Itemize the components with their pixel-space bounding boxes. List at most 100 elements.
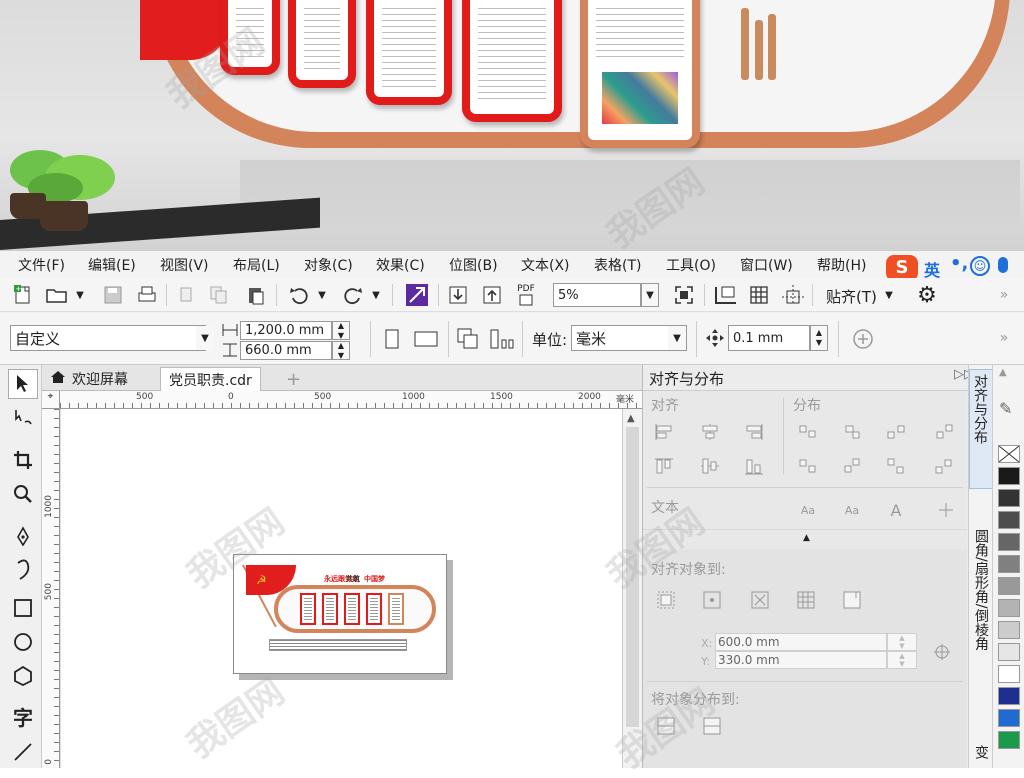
nudge-spinner[interactable]: ▲ ▼ [810,325,828,351]
open-folder-icon[interactable] [44,282,70,308]
menu-view[interactable]: 视图(V) [160,255,209,275]
paste-icon[interactable] [244,282,268,308]
menu-window[interactable]: 窗口(W) [740,255,793,275]
menu-tools[interactable]: 工具(O) [666,255,716,275]
menu-effects[interactable]: 效果(C) [376,255,425,275]
y-coordinate-spinner[interactable]: ▲ ▼ [887,651,917,669]
page-height-field[interactable]: 660.0 mm [240,341,332,360]
publish-pdf-icon[interactable]: PDF [512,280,540,310]
guidelines-toggle-icon[interactable] [780,282,806,308]
color-swatch[interactable] [998,511,1020,529]
current-page-icon[interactable] [488,325,516,353]
zoom-tool-icon[interactable] [8,479,38,509]
propbar-overflow-icon[interactable]: » [994,325,1014,351]
design-title-red-2[interactable]: 中国梦 [364,574,385,584]
menu-object[interactable]: 对象(C) [304,255,353,275]
zoom-dropdown-arrow[interactable]: ▼ [641,283,659,307]
distribute-bottom-icon[interactable] [933,455,955,477]
tab-document[interactable]: 党员职责.cdr [160,367,261,391]
design-panel[interactable] [388,593,404,625]
microphone-icon[interactable] [998,257,1008,273]
snap-dropdown-arrow[interactable]: ▼ [882,282,896,308]
nudge-distance-field[interactable]: 0.1 mm [728,325,810,351]
copy-icon[interactable] [208,282,230,308]
emoji-icon[interactable]: ☺ [970,256,990,276]
design-panel[interactable] [344,593,360,625]
page-size-dropdown[interactable]: 自定义 [10,325,206,351]
new-tab-button[interactable]: + [278,367,309,391]
distribute-right-icon[interactable] [933,421,955,443]
color-swatch[interactable] [998,643,1020,661]
drawing-canvas[interactable]: ☭ 永远跟党走 共筑 中国梦 [60,409,622,768]
add-icon[interactable] [850,327,876,351]
eyedropper-icon[interactable]: ✎ [999,399,1012,418]
grid-icon[interactable] [795,589,817,611]
pick-tool-icon[interactable] [8,369,38,399]
tab-welcome-screen[interactable]: 欢迎屏幕 [42,367,136,391]
active-objects-icon[interactable] [655,589,677,611]
palette-scroll-up-arrow[interactable]: ▲ [999,367,1007,378]
new-document-icon[interactable]: + [10,282,36,308]
crop-tool-icon[interactable] [8,445,38,475]
distribute-vertical-spacing-icon[interactable] [885,455,907,477]
distribute-to-page-icon[interactable] [701,715,723,737]
align-left-icon[interactable] [653,421,675,443]
ruler-origin[interactable]: ⌖ [42,391,60,409]
tab-corner-tools[interactable]: 圆角/扇形角/倒棱角 [969,525,993,715]
no-fill-swatch[interactable] [998,445,1020,463]
tab-transform[interactable]: 变 [969,741,993,767]
distribute-top-icon[interactable] [797,455,819,477]
x-coordinate-spinner[interactable]: ▲ ▼ [887,633,917,651]
pick-point-icon[interactable] [931,641,953,663]
design-panel[interactable] [366,593,382,625]
horizontal-ruler[interactable]: 500 0 500 1000 1500 2000 毫米 [60,391,642,409]
text-last-baseline-icon[interactable]: Aa [841,499,863,521]
menu-edit[interactable]: 编辑(E) [88,255,136,275]
specified-point-icon[interactable] [841,589,863,611]
design-panel[interactable] [322,593,338,625]
page-center-icon[interactable] [749,589,771,611]
all-pages-icon[interactable] [454,325,482,353]
search-content-icon[interactable] [404,282,430,308]
text-bounding-box-icon[interactable]: A [885,499,907,521]
color-swatch[interactable] [998,709,1020,727]
color-swatch[interactable] [998,555,1020,573]
polygon-tool-icon[interactable] [8,661,38,691]
distribute-middle-icon[interactable] [841,455,863,477]
page-edge-icon[interactable] [701,589,723,611]
color-swatch[interactable] [998,489,1020,507]
text-outline-icon[interactable] [935,499,957,521]
menu-file[interactable]: 文件(F) [18,255,65,275]
color-swatch[interactable] [998,533,1020,551]
text-tool-icon[interactable]: 字 [8,701,38,731]
zoom-level-field[interactable]: 5% [553,283,641,307]
align-vertical-center-icon[interactable] [699,455,721,477]
distribute-spacing-icon[interactable] [885,421,907,443]
landscape-icon[interactable] [410,325,442,353]
full-screen-icon[interactable] [672,282,696,308]
collapse-triangle-icon[interactable]: ▲ [803,533,810,543]
open-dropdown-arrow[interactable]: ▼ [72,282,88,308]
y-coordinate-field[interactable]: 330.0 mm [715,651,887,669]
tab-align-distribute[interactable]: 对齐与分布 [969,369,993,489]
page-width-spinner[interactable]: ▲ ▼ [332,321,350,340]
options-gear-icon[interactable]: ⚙ [914,282,940,308]
shape-tool-icon[interactable] [8,403,38,433]
toolbar-overflow-icon[interactable]: » [994,282,1014,308]
color-swatch[interactable] [998,731,1020,749]
rectangle-tool-icon[interactable] [8,593,38,623]
align-bottom-icon[interactable] [743,455,765,477]
grid-toggle-icon[interactable] [746,282,772,308]
menu-text[interactable]: 文本(X) [521,255,570,275]
page-size-dropdown-arrow[interactable]: ▼ [196,326,214,350]
color-swatch[interactable] [998,665,1020,683]
vertical-scrollbar[interactable]: ▲ [622,409,642,768]
menu-table[interactable]: 表格(T) [594,255,641,275]
ime-punctuation-toggle[interactable]: •, [950,253,968,274]
export-icon[interactable] [480,282,504,308]
redo-icon[interactable] [340,282,366,308]
redo-dropdown-arrow[interactable]: ▼ [368,282,384,308]
parallel-dimension-tool-icon[interactable] [8,737,38,767]
document-page[interactable]: ☭ 永远跟党走 共筑 中国梦 [233,554,447,674]
cut-icon[interactable] [176,282,198,308]
